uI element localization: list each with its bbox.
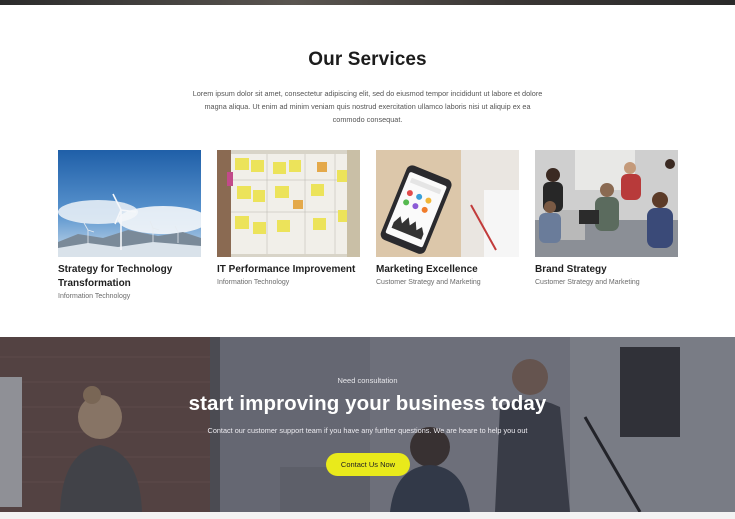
services-intro: Lorem ipsum dolor sit amet, consectetur … [160, 87, 575, 126]
service-card-technology-transformation[interactable]: Strategy for Technology Transformation I… [58, 150, 201, 300]
card-category: Information Technology [58, 293, 131, 300]
intro-line-2: magna aliqua. Ut enim ad minim veniam qu… [204, 102, 531, 111]
banner-kicker: Need consultation [337, 376, 398, 385]
service-card-brand-strategy[interactable]: Brand Strategy Customer Strategy and Mar… [535, 150, 678, 286]
consultation-banner: Need consultation start improving your b… [0, 337, 735, 512]
banner-headline: start improving your business today [188, 392, 547, 415]
card-category: Information Technology [217, 279, 290, 286]
intro-line-1: Lorem ipsum dolor sit amet, consectetur … [192, 89, 543, 98]
service-card-it-performance[interactable]: IT Performance Improvement Information T… [217, 150, 360, 286]
services-section: Our Services Lorem ipsum dolor sit amet,… [0, 5, 735, 337]
card-category: Customer Strategy and Marketing [376, 279, 481, 286]
banner-support-text: Contact our customer support team if you… [207, 426, 528, 435]
card-category: Customer Strategy and Marketing [535, 279, 640, 286]
card-title[interactable]: Strategy for Technology Transformation [58, 263, 201, 291]
card-title[interactable]: Marketing Excellence [376, 263, 519, 277]
card-title[interactable]: IT Performance Improvement [217, 263, 360, 277]
card-title-line-1[interactable]: Strategy for Technology [58, 264, 172, 275]
card-title-line-2[interactable]: Transformation [58, 278, 131, 289]
intro-line-3: commodo consequat. [332, 115, 403, 124]
service-card-marketing-excellence[interactable]: Marketing Excellence Customer Strategy a… [376, 150, 519, 286]
banner-overlay [0, 337, 735, 512]
sticky-notes-board-image[interactable] [217, 150, 360, 257]
contact-us-button[interactable]: Contact Us Now [326, 453, 410, 476]
card-title[interactable]: Brand Strategy [535, 263, 678, 277]
page-bottom-edge [0, 512, 735, 519]
services-heading: Our Services [308, 49, 427, 70]
smartphone-on-desk-image[interactable] [376, 150, 519, 257]
wind-turbines-image[interactable] [58, 150, 201, 257]
team-meeting-image[interactable] [535, 150, 678, 257]
